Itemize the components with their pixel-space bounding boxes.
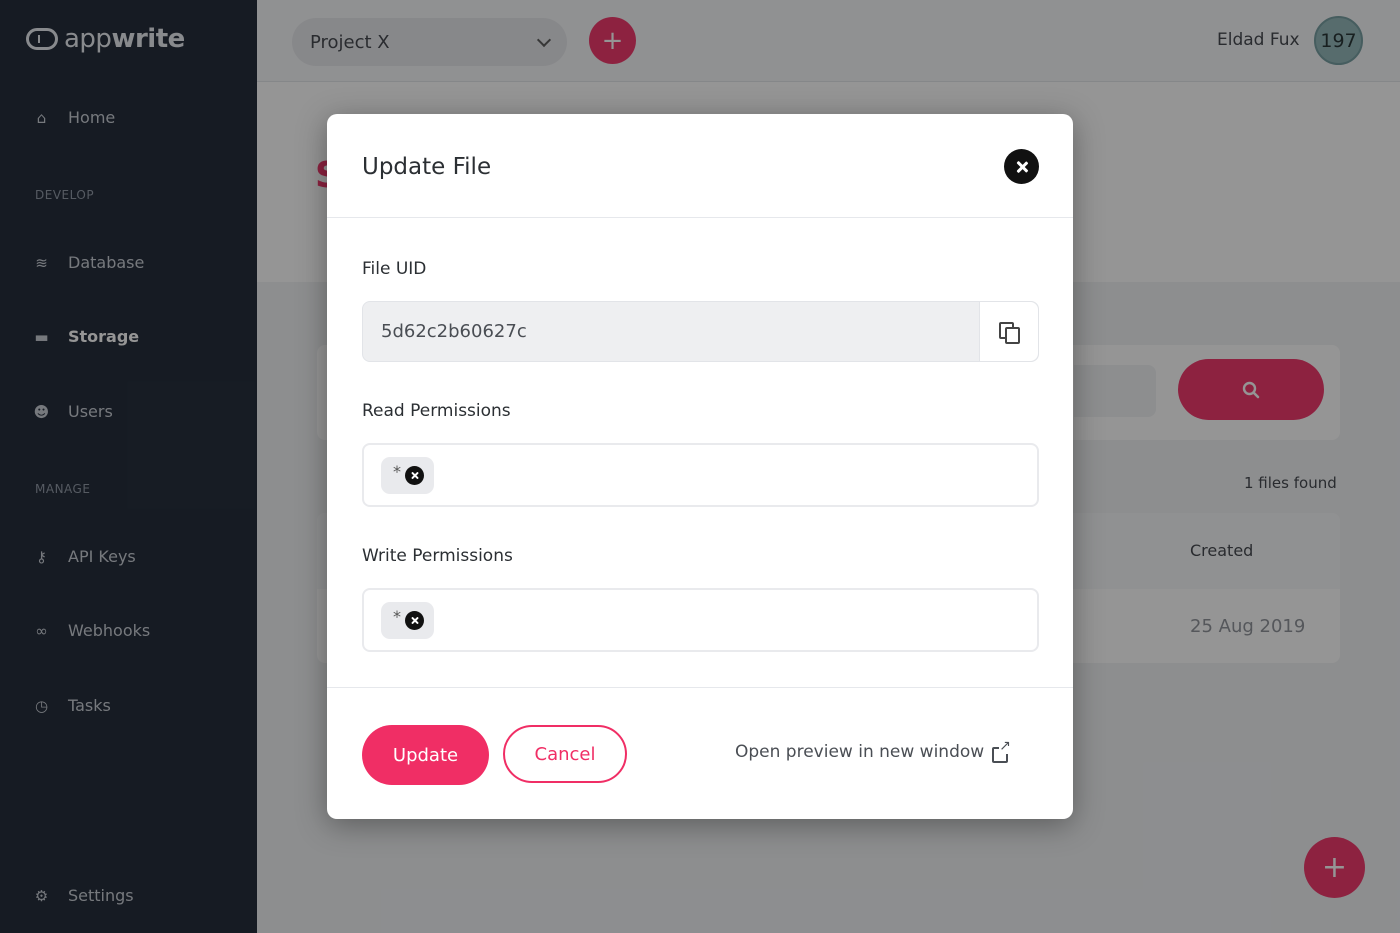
close-icon — [410, 616, 419, 625]
read-permissions-input[interactable]: * — [362, 443, 1039, 507]
cancel-button[interactable]: Cancel — [503, 725, 627, 783]
open-preview-label: Open preview in new window — [735, 742, 985, 762]
remove-tag-button[interactable] — [405, 610, 424, 630]
tag-label: * — [393, 461, 401, 481]
write-permissions-label: Write Permissions — [362, 546, 513, 566]
update-file-modal: Update File File UID 5d62c2b60627c Read … — [327, 114, 1073, 819]
write-permissions-input[interactable]: * — [362, 588, 1039, 652]
modal-header: Update File — [327, 114, 1073, 218]
read-permissions-label: Read Permissions — [362, 401, 511, 421]
close-button[interactable] — [1004, 149, 1039, 184]
copy-icon — [999, 321, 1020, 344]
file-uid-label: File UID — [362, 259, 427, 279]
permission-tag: * — [381, 456, 434, 494]
open-preview-link[interactable]: Open preview in new window — [735, 737, 1011, 763]
permission-tag: * — [381, 601, 434, 639]
close-icon — [1015, 160, 1029, 174]
external-link-icon — [992, 737, 1011, 763]
modal-title: Update File — [362, 154, 492, 180]
close-icon — [410, 471, 419, 480]
tag-label: * — [393, 606, 401, 626]
modal-footer: Update Cancel Open preview in new window — [327, 687, 1073, 819]
update-button[interactable]: Update — [362, 725, 489, 785]
file-uid-field[interactable]: 5d62c2b60627c — [362, 301, 1039, 362]
copy-button[interactable] — [979, 302, 1038, 361]
file-uid-value[interactable]: 5d62c2b60627c — [363, 321, 979, 342]
remove-tag-button[interactable] — [405, 465, 424, 485]
